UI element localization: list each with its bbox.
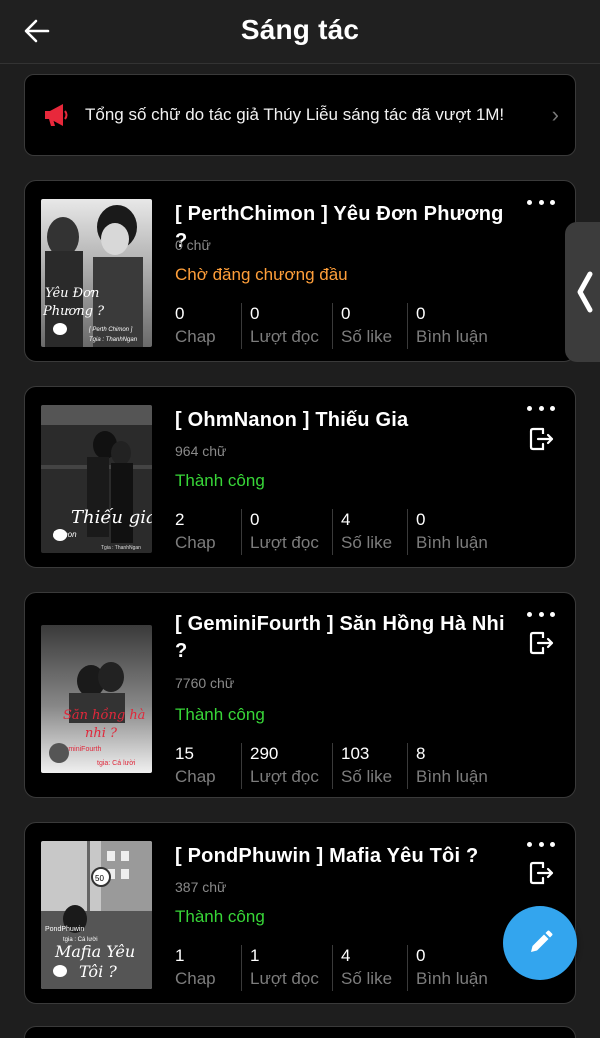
comment-label: Bình luận [416,969,488,988]
svg-text:Mafia Yêu: Mafia Yêu [54,942,135,961]
view-count: 0 [250,510,260,529]
svg-text:50: 50 [95,874,104,883]
like-count: 4 [341,946,351,965]
svg-text:Phương ?: Phương ? [42,304,105,319]
view-label: Lượt đọc [250,327,319,346]
chap-label: Chap [175,767,216,786]
status-label: Thành công [175,907,265,926]
view-count: 0 [250,304,260,323]
like-count: 4 [341,510,351,529]
stats-row: 2 Chap 0 Lượt đọc 4 Số like 0 Bình luận [175,509,497,555]
svg-text:tgia: Cá lười: tgia: Cá lười [97,760,136,767]
svg-text:Thiếu gia: Thiếu gia [71,507,152,528]
export-icon[interactable] [527,629,555,657]
view-count: 290 [250,744,279,763]
more-options-icon[interactable] [527,195,555,209]
comment-label: Bình luận [416,533,488,552]
stats-row: 15 Chap 290 Lượt đọc 103 Số like 8 Bình luận [175,743,497,789]
chap-count: 15 [175,744,194,763]
like-count: 0 [341,304,351,323]
work-card[interactable]: Săn hồng hà nhi ? GeminiFourth tgia: Cá … [24,592,576,798]
like-label: Số like [341,327,393,346]
more-options-icon[interactable] [527,607,555,621]
work-card[interactable] [24,1026,576,1038]
like-count: 103 [341,744,370,763]
chevron-right-icon: › [551,102,559,127]
export-icon[interactable] [527,425,555,453]
svg-text:[ Perth Chimon ]: [ Perth Chimon ] [88,327,133,333]
svg-text:PondPhuwin: PondPhuwin [45,926,84,933]
compose-button[interactable] [503,906,577,980]
cover-image: Săn hồng hà nhi ? GeminiFourth tgia: Cá … [41,625,152,773]
chap-count: 1 [175,946,185,965]
page-title: Sáng tác [240,14,360,45]
view-label: Lượt đọc [250,533,319,552]
status-label: Thành công [175,471,265,490]
like-label: Số like [341,767,393,786]
svg-text:nhi ?: nhi ? [85,726,118,741]
stats-row: 1 Chap 1 Lượt đọc 4 Số like 0 Bình luận [175,945,497,991]
comment-count: 0 [416,304,426,323]
more-options-icon[interactable] [527,401,555,415]
view-count: 1 [250,946,260,965]
work-card[interactable]: 50 PondPhuwin tgia : Cá lười Mafia Yêu T… [24,822,576,1004]
chap-label: Chap [175,327,216,346]
export-icon[interactable] [527,859,555,887]
word-count: 964 chữ [175,443,227,459]
like-label: Số like [341,969,393,988]
chap-label: Chap [175,969,216,988]
work-card[interactable]: Yêu Đơn Phương ? [ Perth Chimon ] Tgia :… [24,180,576,362]
work-title[interactable]: [ OhmNanon ] Thiếu Gia [175,407,505,434]
status-label: Chờ đăng chương đầu [175,265,348,284]
comment-count: 8 [416,744,426,763]
work-title[interactable]: [ GeminiFourth ] Săn Hồng Hà Nhi ? [175,611,505,665]
pencil-icon [531,930,553,952]
chap-count: 2 [175,510,185,529]
view-label: Lượt đọc [250,767,319,786]
chap-label: Chap [175,533,216,552]
work-title[interactable]: [ PerthChimon ] Yêu Đơn Phương ? [175,201,505,255]
word-count: 0 chữ [175,237,211,253]
comment-label: Bình luận [416,327,488,346]
milestone-banner[interactable]: Tổng số chữ do tác giả Thúy Liễu sáng tá… [24,74,576,156]
svg-text:Yêu Đơn: Yêu Đơn [45,286,99,301]
megaphone-icon [45,104,68,126]
chevron-left-icon [577,271,593,313]
cover-image: Thiếu gia Nanon Tgia : ThanhNgan [41,405,152,553]
top-bar: Sáng tác [0,0,600,64]
word-count: 7760 chữ [175,675,235,691]
work-card[interactable]: Thiếu gia Nanon Tgia : ThanhNgan [ OhmNa… [24,386,576,568]
comment-count: 0 [416,946,426,965]
view-label: Lượt đọc [250,969,319,988]
like-label: Số like [341,533,393,552]
svg-text:Tgia : ThanhNgan: Tgia : ThanhNgan [101,545,141,551]
svg-text:Tgia : ThanhNgan: Tgia : ThanhNgan [89,337,138,343]
side-drawer-handle[interactable] [565,222,600,362]
work-title[interactable]: [ PondPhuwin ] Mafia Yêu Tôi ? [175,843,505,870]
chap-count: 0 [175,304,185,323]
more-options-icon[interactable] [527,837,555,851]
comment-count: 0 [416,510,426,529]
svg-text:Tôi ?: Tôi ? [79,962,117,981]
status-label: Thành công [175,705,265,724]
cover-image: 50 PondPhuwin tgia : Cá lười Mafia Yêu T… [41,841,152,989]
comment-label: Bình luận [416,767,488,786]
svg-text:Săn hồng hà: Săn hồng hà [63,707,145,723]
stats-row: 0 Chap 0 Lượt đọc 0 Số like 0 Bình luận [175,303,497,349]
banner-text: Tổng số chữ do tác giả Thúy Liễu sáng tá… [85,105,505,124]
cover-image: Yêu Đơn Phương ? [ Perth Chimon ] Tgia :… [41,199,152,347]
word-count: 387 chữ [175,879,227,895]
